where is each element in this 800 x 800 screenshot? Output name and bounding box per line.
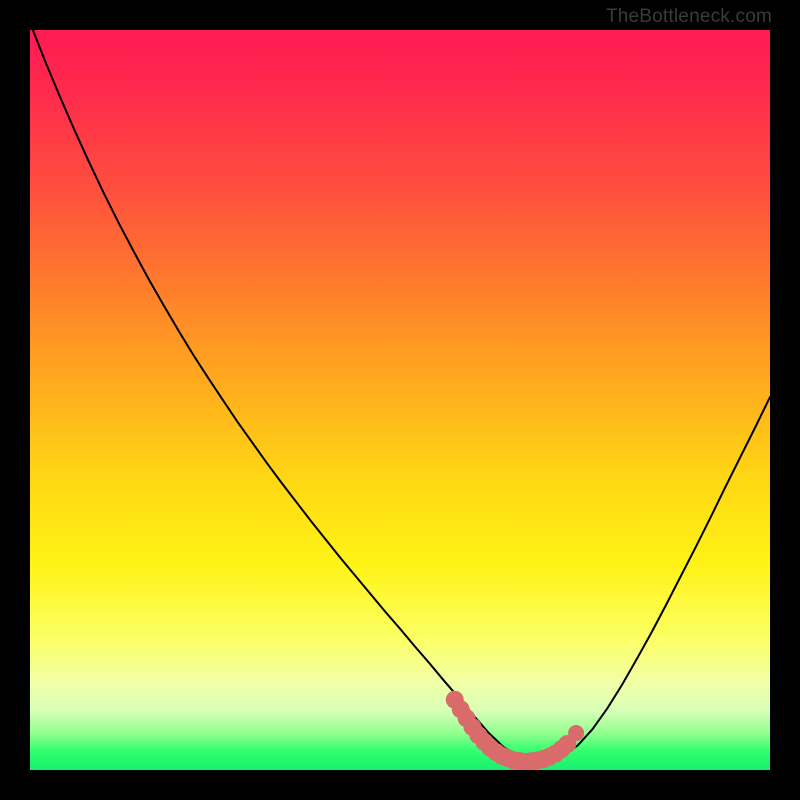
highlight-dots-layer bbox=[30, 30, 770, 770]
plot-area bbox=[30, 30, 770, 770]
highlight-dots bbox=[446, 691, 584, 770]
watermark-text: TheBottleneck.com bbox=[606, 6, 772, 28]
highlight-dot bbox=[568, 725, 584, 741]
chart-frame: TheBottleneck.com bbox=[0, 0, 800, 800]
